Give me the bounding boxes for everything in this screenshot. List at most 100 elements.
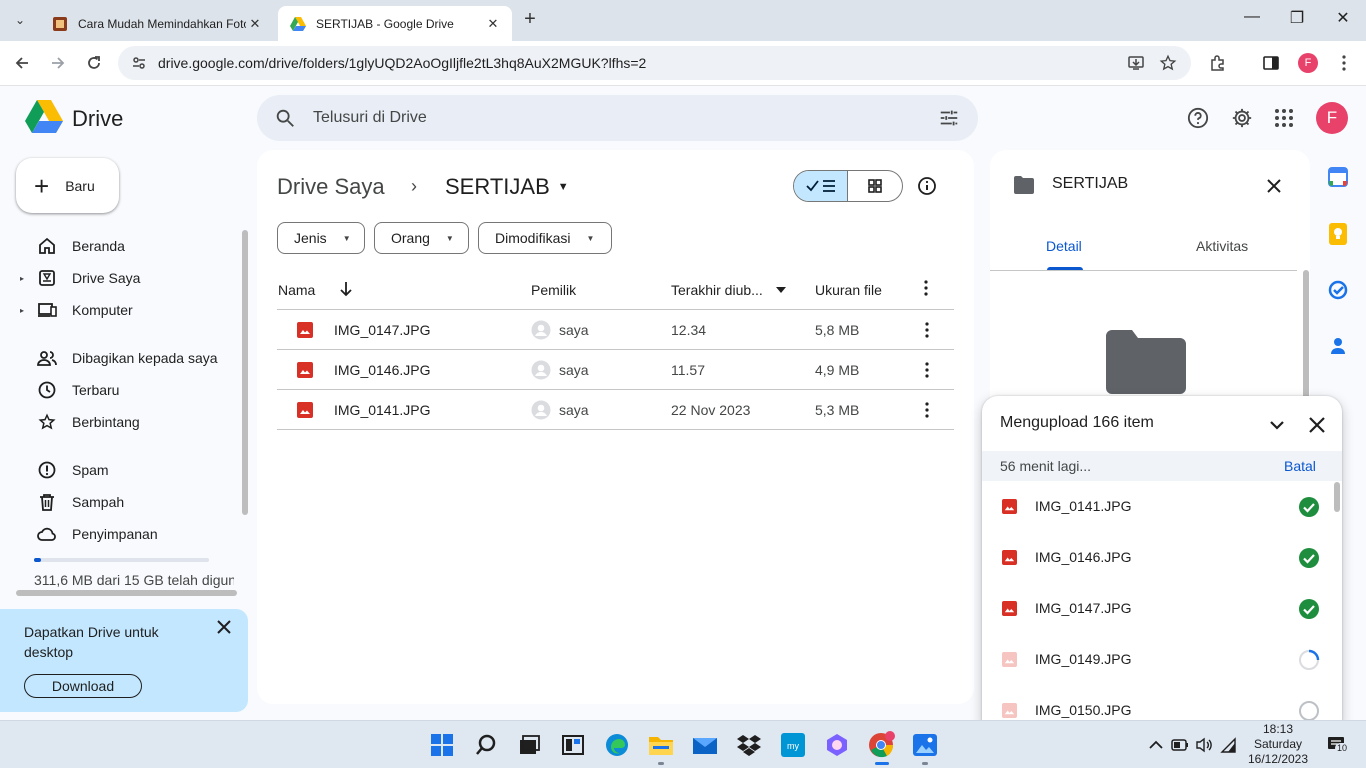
site-info-icon[interactable] — [124, 48, 154, 78]
notification-center-icon[interactable]: 10 — [1323, 734, 1350, 754]
tray-overflow-chevron-icon[interactable] — [1146, 735, 1166, 755]
drive-logo-icon[interactable] — [25, 100, 63, 134]
taskbar-search-icon[interactable] — [472, 731, 500, 759]
sidebar-item-storage[interactable]: Penyimpanan — [24, 518, 234, 550]
upload-item[interactable]: IMG_0141.JPG — [982, 481, 1332, 532]
volume-icon[interactable] — [1194, 735, 1214, 755]
table-row[interactable]: IMG_0147.JPG saya 12.34 5,8 MB — [277, 310, 954, 350]
filter-type-chip[interactable]: Jenis ▼ — [277, 222, 365, 254]
cancel-upload-button[interactable]: Batal — [1284, 458, 1316, 474]
modified-dropdown-icon[interactable] — [775, 286, 787, 294]
tab-close-icon[interactable]: ✕ — [246, 15, 264, 33]
extensions-icon[interactable] — [1205, 50, 1231, 76]
more-actions-icon[interactable] — [917, 320, 937, 340]
window-close-icon[interactable]: ✕ — [1331, 8, 1355, 32]
file-explorer-icon[interactable] — [647, 731, 675, 759]
tab-search-icon[interactable]: ⌄ — [8, 8, 32, 32]
search-bar[interactable]: Telusuri di Drive — [257, 95, 978, 141]
new-tab-button[interactable]: + — [519, 9, 541, 31]
filter-people-chip[interactable]: Orang ▼ — [374, 222, 469, 254]
filter-modified-chip[interactable]: Dimodifikasi ▼ — [478, 222, 612, 254]
install-app-icon[interactable] — [1123, 50, 1149, 76]
list-view-button[interactable] — [794, 171, 849, 201]
info-icon[interactable] — [915, 174, 939, 198]
upload-close-icon[interactable] — [1306, 414, 1328, 436]
calendar-icon[interactable] — [1327, 166, 1349, 188]
upload-list-scrollbar[interactable] — [1334, 482, 1340, 512]
tab-close-icon[interactable]: ✕ — [484, 15, 502, 33]
browser-profile-avatar[interactable]: F — [1298, 53, 1318, 73]
mail-icon[interactable] — [691, 731, 719, 759]
sort-arrow-icon[interactable] — [339, 281, 353, 297]
browser-tab-drive[interactable]: SERTIJAB - Google Drive ✕ — [278, 6, 512, 41]
contacts-icon[interactable] — [1327, 335, 1349, 357]
copilot-icon[interactable] — [823, 731, 851, 759]
table-row[interactable]: IMG_0146.JPG saya 11.57 4,9 MB — [277, 350, 954, 390]
upload-item[interactable]: IMG_0146.JPG — [982, 532, 1332, 583]
browser-tab-cara-mudah[interactable]: Cara Mudah Memindahkan Foto ✕ — [40, 6, 274, 41]
sidebar-scrollbar[interactable] — [242, 230, 248, 515]
help-icon[interactable] — [1186, 106, 1210, 130]
more-actions-icon[interactable] — [917, 360, 937, 380]
edge-browser-icon[interactable] — [603, 731, 631, 759]
forward-icon[interactable] — [46, 51, 70, 75]
tab-activity[interactable]: Aktivitas — [1196, 238, 1248, 254]
grid-view-button[interactable] — [848, 171, 902, 201]
sidebar-item-recent[interactable]: Terbaru — [24, 374, 234, 406]
upload-item[interactable]: IMG_0147.JPG — [982, 583, 1332, 634]
breadcrumb-current-folder[interactable]: SERTIJAB ▼ — [445, 174, 569, 200]
table-row[interactable]: IMG_0141.JPG saya 22 Nov 2023 5,3 MB — [277, 390, 954, 430]
column-header-name[interactable]: Nama — [278, 282, 315, 298]
task-view-icon[interactable] — [515, 731, 543, 759]
column-header-size[interactable]: Ukuran file — [815, 282, 882, 298]
tasks-icon[interactable] — [1327, 279, 1349, 301]
system-clock[interactable]: 18:13 Saturday 16/12/2023 — [1234, 722, 1322, 767]
settings-gear-icon[interactable] — [1230, 106, 1254, 130]
battery-icon[interactable] — [1170, 735, 1190, 755]
expand-caret-icon[interactable]: ▸ — [20, 306, 28, 315]
apps-grid-icon[interactable] — [1272, 106, 1296, 130]
promo-close-icon[interactable] — [214, 617, 234, 637]
new-button[interactable]: + Baru — [16, 158, 119, 213]
file-modified: 11.57 — [671, 362, 705, 378]
address-bar[interactable]: drive.google.com/drive/folders/1glyUQD2A… — [118, 46, 1191, 80]
back-icon[interactable] — [10, 51, 34, 75]
photos-app-icon[interactable] — [911, 731, 939, 759]
sidebar-item-spam[interactable]: Spam — [24, 454, 234, 486]
details-scrollbar[interactable] — [1303, 270, 1309, 410]
expand-caret-icon[interactable]: ▸ — [20, 274, 28, 283]
side-panel-icon[interactable] — [1258, 50, 1284, 76]
upload-item[interactable]: IMG_0149.JPG — [982, 634, 1332, 685]
column-header-owner[interactable]: Pemilik — [531, 282, 576, 298]
dropbox-icon[interactable] — [735, 731, 763, 759]
browser-menu-icon[interactable] — [1331, 50, 1357, 76]
search-input[interactable]: Telusuri di Drive — [313, 109, 938, 127]
collapse-chevron-icon[interactable] — [1266, 414, 1288, 436]
sidebar-item-home[interactable]: Beranda — [24, 230, 234, 262]
chrome-browser-icon[interactable] — [867, 731, 895, 759]
search-options-icon[interactable] — [938, 107, 960, 129]
search-icon[interactable] — [274, 107, 296, 129]
sidebar-horizontal-scrollbar[interactable] — [16, 590, 237, 596]
reload-icon[interactable] — [82, 51, 106, 75]
keep-icon[interactable] — [1327, 223, 1349, 245]
bookmark-star-icon[interactable] — [1155, 50, 1181, 76]
minimize-icon[interactable]: — — [1240, 8, 1264, 32]
more-actions-icon[interactable] — [917, 400, 937, 420]
sidebar-item-starred[interactable]: Berbintang — [24, 406, 234, 438]
sidebar-item-trash[interactable]: Sampah — [24, 486, 234, 518]
account-avatar[interactable]: F — [1316, 102, 1348, 134]
breadcrumb-my-drive[interactable]: Drive Saya — [277, 174, 385, 200]
column-header-modified[interactable]: Terakhir diub... — [671, 282, 763, 298]
widgets-icon[interactable] — [559, 731, 587, 759]
details-close-icon[interactable] — [1262, 174, 1286, 198]
column-options-icon[interactable] — [924, 280, 928, 296]
windows-start-icon[interactable] — [428, 731, 456, 759]
tab-detail[interactable]: Detail — [1046, 238, 1082, 254]
sidebar-item-computers[interactable]: ▸ Komputer — [20, 294, 234, 326]
sidebar-item-shared-with-me[interactable]: Dibagikan kepada saya — [24, 342, 234, 374]
download-button[interactable]: Download — [24, 674, 142, 698]
hp-app-icon[interactable]: my — [779, 731, 807, 759]
restore-icon[interactable]: ❐ — [1285, 8, 1309, 32]
sidebar-item-my-drive[interactable]: ▸ Drive Saya — [20, 262, 234, 294]
